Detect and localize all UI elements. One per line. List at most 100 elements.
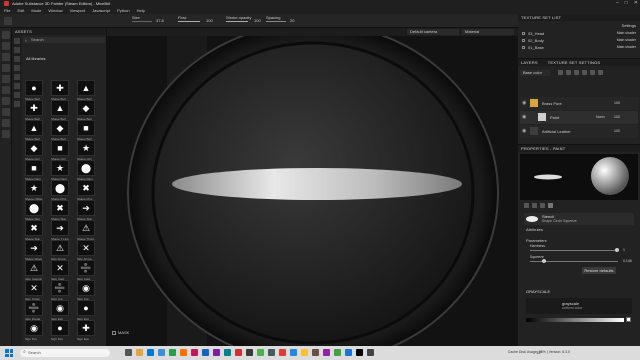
taskbar-search[interactable]: Search: [20, 349, 110, 357]
asset-thumbnail[interactable]: ✕ Sign Cross: [25, 280, 45, 302]
menu-javascript[interactable]: Javascript: [92, 8, 110, 13]
smudge-icon[interactable]: [2, 75, 10, 83]
texture-set-name[interactable]: 01_Base: [528, 45, 544, 50]
taskbar-app-icon[interactable]: [224, 349, 231, 356]
asset-thumbnail[interactable]: ⬤ Shape Pinc: [51, 180, 71, 202]
asset-thumbnail[interactable]: ▲ Shape Bell: [51, 100, 71, 122]
asset-thumbnail[interactable]: ★ Shape Offset: [25, 180, 45, 202]
category-icon[interactable]: [14, 101, 20, 107]
taskbar-app-icon[interactable]: [279, 349, 286, 356]
taskbar-app-icon[interactable]: [290, 349, 297, 356]
flow-value[interactable]: 100: [206, 18, 213, 23]
clone-icon[interactable]: [2, 86, 10, 94]
asset-thumbnail[interactable]: ◉ Sign Exit: [51, 300, 71, 322]
taskbar-app-icon[interactable]: [246, 349, 253, 356]
layer-name[interactable]: Artificial Leather: [542, 129, 571, 134]
texture-set-settings-tab[interactable]: TEXTURE SET SETTINGS: [548, 59, 601, 66]
layer-opacity[interactable]: 100: [614, 101, 620, 105]
asset-thumbnail[interactable]: ✕ Sign Arrow: [77, 240, 97, 262]
menu-help[interactable]: Help: [137, 8, 145, 13]
layer-row[interactable]: ◉ Brass Pure 100: [520, 97, 638, 110]
mask-checkbox[interactable]: [112, 330, 116, 335]
texture-set-name[interactable]: 03_Head: [528, 31, 544, 36]
taskbar-app-icon[interactable]: [136, 349, 143, 356]
texture-set-name[interactable]: 02_Body: [528, 38, 544, 43]
paint-brush-icon[interactable]: [2, 31, 10, 39]
taskbar-app-icon[interactable]: [235, 349, 242, 356]
taskbar-app-icon[interactable]: [334, 349, 341, 356]
asset-thumbnail[interactable]: ● Sign Fire: [51, 320, 71, 342]
spacing-slider[interactable]: [266, 21, 286, 22]
layer-name[interactable]: Paint: [550, 115, 559, 120]
grayscale-slider[interactable]: [526, 318, 624, 322]
squeeze-handle[interactable]: [542, 259, 546, 263]
material-tab-icon[interactable]: [532, 203, 537, 208]
stroke-opacity-slider[interactable]: [226, 21, 248, 22]
category-icon[interactable]: [14, 56, 20, 62]
projection-icon[interactable]: [2, 53, 10, 61]
asset-thumbnail[interactable]: ★ Shape Dam: [51, 160, 71, 182]
category-icon[interactable]: [14, 83, 20, 89]
stencil-tab-icon[interactable]: [540, 203, 545, 208]
asset-thumbnail[interactable]: ➗ Sign Cut: [51, 280, 71, 302]
attributes-section[interactable]: Attributes: [526, 227, 543, 232]
asset-thumbnail[interactable]: ⬤ Shape Squ: [25, 200, 45, 222]
layer-row[interactable]: ◉ Paint Norm 100: [520, 111, 638, 124]
taskbar-app-icon[interactable]: [257, 349, 264, 356]
layer-blend-mode[interactable]: Norm: [596, 115, 605, 119]
asset-thumbnail[interactable]: ◆ Shape Bell: [77, 100, 97, 122]
taskbar-app-icon[interactable]: [301, 349, 308, 356]
texture-set-checkbox[interactable]: [522, 32, 525, 35]
asset-thumbnail[interactable]: ➗ Sign Divide: [25, 300, 45, 322]
asset-thumbnail[interactable]: ✖ Shape Star: [25, 220, 45, 242]
asset-thumbnail[interactable]: ⚠ Sign Arrow: [51, 240, 71, 262]
asset-thumbnail[interactable]: ◉ Sign Cut: [77, 280, 97, 302]
channel-dropdown[interactable]: Base color: [520, 70, 550, 76]
taskbar-app-icon[interactable]: [147, 349, 154, 356]
restore-defaults-button[interactable]: Restore defaults: [582, 267, 616, 274]
alpha-tab-icon[interactable]: [548, 203, 553, 208]
asset-thumbnail[interactable]: ➔ Shape Star: [77, 200, 97, 222]
taskbar-app-icon[interactable]: [158, 349, 165, 356]
texture-set-checkbox[interactable]: [522, 46, 525, 49]
size-value[interactable]: 37.8: [156, 18, 164, 23]
category-icon[interactable]: [14, 47, 20, 53]
asset-thumbnail[interactable]: ⚠ Shape Thorn: [77, 220, 97, 242]
asset-thumbnail[interactable]: ◉ Sign Fire: [25, 320, 45, 342]
add-fill-icon[interactable]: [566, 70, 571, 75]
3d-viewport[interactable]: Default camera Material MASK: [107, 28, 518, 346]
hardness-slider[interactable]: [530, 250, 618, 251]
library-selector[interactable]: All libraries: [26, 56, 46, 61]
maximize-button[interactable]: □: [625, 0, 628, 6]
spacing-value[interactable]: 20: [290, 18, 294, 23]
grayscale-slot[interactable]: grayscale uniform color: [526, 298, 632, 314]
brush-preset-icon[interactable]: [4, 17, 12, 25]
taskbar-app-icon[interactable]: [125, 349, 132, 356]
asset-thumbnail[interactable]: ➗ Sign Caut: [77, 260, 97, 282]
stroke-opacity-value[interactable]: 100: [254, 18, 261, 23]
asset-thumbnail[interactable]: ■ Shape Bell: [77, 120, 97, 142]
texture-set-checkbox[interactable]: [522, 39, 525, 42]
asset-thumbnail[interactable]: ● Sign Exit: [77, 300, 97, 322]
squeeze-value[interactable]: 0.146: [623, 259, 632, 263]
texture-set-shader[interactable]: Main shader: [617, 38, 636, 42]
add-layer-icon[interactable]: [558, 70, 563, 75]
asset-thumbnail[interactable]: ➔ Shape Wave: [25, 240, 45, 262]
category-icon[interactable]: [14, 74, 20, 80]
material-picker-icon[interactable]: [2, 97, 10, 105]
stencil-slot[interactable]: Stencil Shape Circle Squeeze: [524, 213, 634, 225]
layer-name[interactable]: Brass Pure: [542, 101, 562, 106]
asset-thumbnail[interactable]: ▲ Shape Bell: [25, 120, 45, 142]
color-swatch[interactable]: [626, 317, 631, 322]
asset-thumbnail[interactable]: ⚠ Sign Caution: [25, 260, 45, 282]
hardness-value[interactable]: 1: [623, 248, 625, 252]
taskbar-app-icon[interactable]: [191, 349, 198, 356]
layer-opacity[interactable]: 100: [614, 129, 620, 133]
add-folder-icon[interactable]: [590, 70, 595, 75]
bake-icon[interactable]: [2, 130, 10, 138]
taskbar-app-icon[interactable]: [367, 349, 374, 356]
asset-thumbnail[interactable]: ✕ Sign Caut: [51, 260, 71, 282]
visibility-eye-icon[interactable]: ◉: [522, 128, 526, 134]
add-effect-icon[interactable]: [582, 70, 587, 75]
asset-thumbnail[interactable]: ■ Shape Dam: [25, 160, 45, 182]
